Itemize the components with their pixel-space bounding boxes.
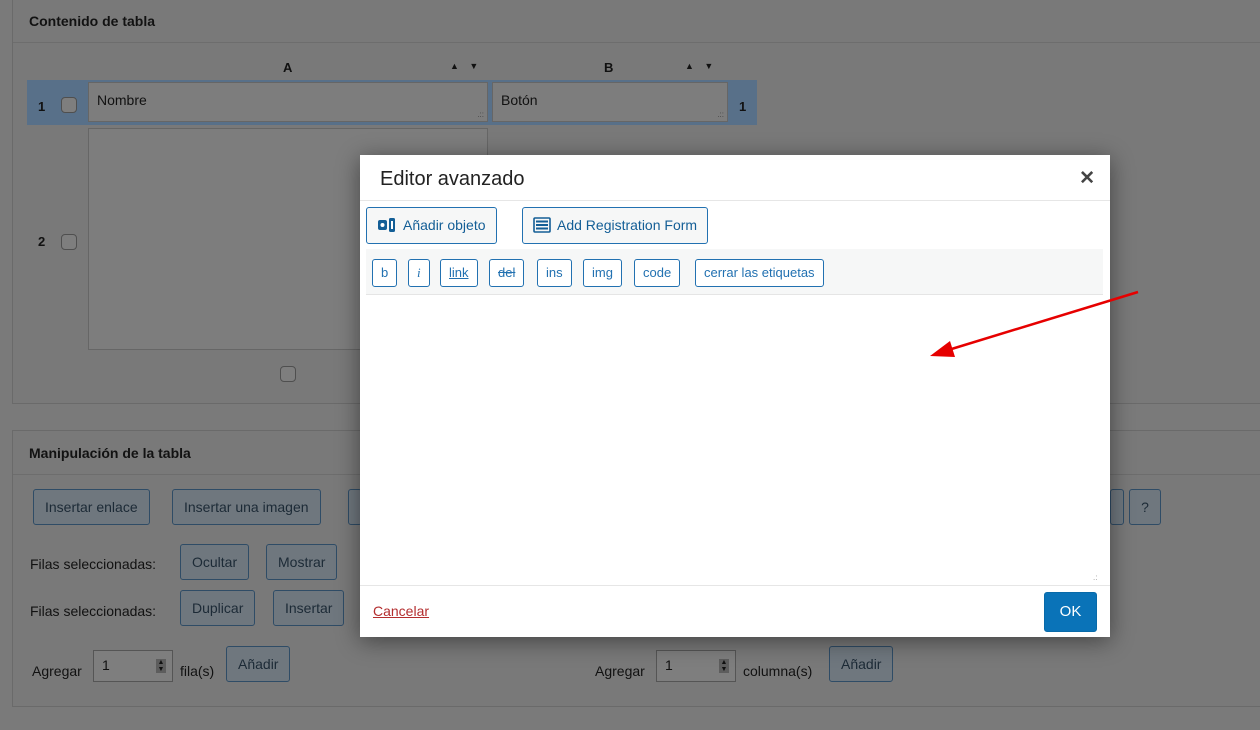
- advanced-editor-modal: Editor avanzado ✕ Añadir objeto Add Regi…: [360, 155, 1110, 637]
- row-1-checkbox[interactable]: [61, 97, 77, 113]
- add-registration-form-button[interactable]: Add Registration Form: [522, 207, 709, 244]
- cell-b1-text: Botón: [501, 92, 538, 108]
- row-2-checkbox[interactable]: [61, 234, 77, 250]
- column-header-b: B: [604, 60, 614, 75]
- insert-image-button[interactable]: Insertar una imagen: [172, 489, 321, 525]
- add-columns-prefix: Agregar: [595, 663, 645, 679]
- column-header-a: A: [283, 60, 293, 75]
- cell-resize-grip-icon[interactable]: .::: [717, 110, 724, 119]
- table-content-title: Contenido de tabla: [13, 0, 1260, 43]
- row-number-2: 2: [38, 234, 46, 249]
- duplicate-rows-button[interactable]: Duplicar: [180, 590, 256, 626]
- add-rows-suffix: fila(s): [180, 663, 215, 679]
- modal-header: Editor avanzado ✕: [360, 155, 1110, 201]
- ins-button[interactable]: ins: [537, 259, 572, 287]
- add-object-button[interactable]: Añadir objeto: [366, 207, 497, 244]
- cell-resize-grip-icon[interactable]: .::: [477, 110, 484, 119]
- img-button[interactable]: img: [583, 259, 622, 287]
- column-count-input[interactable]: 1 ▲ ▼: [656, 650, 736, 682]
- column-b-sort-arrows[interactable]: ▲ ▼: [685, 61, 717, 71]
- add-registration-form-label: Add Registration Form: [557, 217, 698, 233]
- add-object-icon: [378, 218, 395, 232]
- close-tags-button[interactable]: cerrar las etiquetas: [695, 259, 824, 287]
- editor-resize-grip-icon[interactable]: .:: [1093, 573, 1097, 582]
- spinner-arrows-icon[interactable]: ▲ ▼: [719, 659, 729, 673]
- insert-rows-button[interactable]: Insertar: [273, 590, 345, 626]
- ok-button[interactable]: OK: [1044, 592, 1097, 632]
- editor-textarea[interactable]: [366, 296, 1103, 584]
- cell-a1[interactable]: Nombre .::: [88, 82, 488, 122]
- row-number-1: 1: [38, 99, 46, 114]
- row-count-value: 1: [102, 657, 110, 673]
- italic-button[interactable]: i: [408, 259, 430, 287]
- modal-title: Editor avanzado: [380, 168, 525, 190]
- cell-b1[interactable]: Botón .::: [492, 82, 728, 122]
- help-button[interactable]: ?: [1129, 489, 1161, 525]
- show-rows-button[interactable]: Mostrar: [266, 544, 338, 580]
- bold-button[interactable]: b: [372, 259, 398, 287]
- insert-link-button[interactable]: Insertar enlace: [33, 489, 150, 525]
- link-button[interactable]: link: [440, 259, 478, 287]
- column-a-checkbox[interactable]: [280, 366, 296, 382]
- del-button[interactable]: del: [489, 259, 525, 287]
- hide-rows-button[interactable]: Ocultar: [180, 544, 250, 580]
- form-list-icon: [533, 217, 551, 233]
- spinner-arrows-icon[interactable]: ▲ ▼: [156, 659, 166, 673]
- modal-footer: Cancelar OK: [360, 585, 1110, 637]
- column-a-sort-arrows[interactable]: ▲ ▼: [450, 61, 482, 71]
- code-button[interactable]: code: [634, 259, 681, 287]
- column-count-value: 1: [665, 657, 673, 673]
- add-object-label: Añadir objeto: [403, 217, 486, 233]
- hidden-toolbar-button-right[interactable]: [1110, 489, 1124, 525]
- add-columns-button[interactable]: Añadir: [829, 646, 894, 682]
- add-columns-suffix: columna(s): [743, 663, 813, 679]
- add-rows-button[interactable]: Añadir: [226, 646, 291, 682]
- row-number-1-right: 1: [739, 99, 747, 114]
- selected-rows-label-2: Filas seleccionadas:: [30, 603, 157, 619]
- cancel-link[interactable]: Cancelar: [373, 603, 429, 619]
- row-count-input[interactable]: 1 ▲ ▼: [93, 650, 173, 682]
- cell-a1-text: Nombre: [97, 92, 147, 108]
- add-rows-prefix: Agregar: [32, 663, 82, 679]
- close-icon[interactable]: ✕: [1079, 167, 1095, 190]
- selected-rows-label: Filas seleccionadas:: [30, 556, 157, 572]
- quicktags-toolbar: b i link del ins img code cerrar las eti…: [366, 249, 1103, 295]
